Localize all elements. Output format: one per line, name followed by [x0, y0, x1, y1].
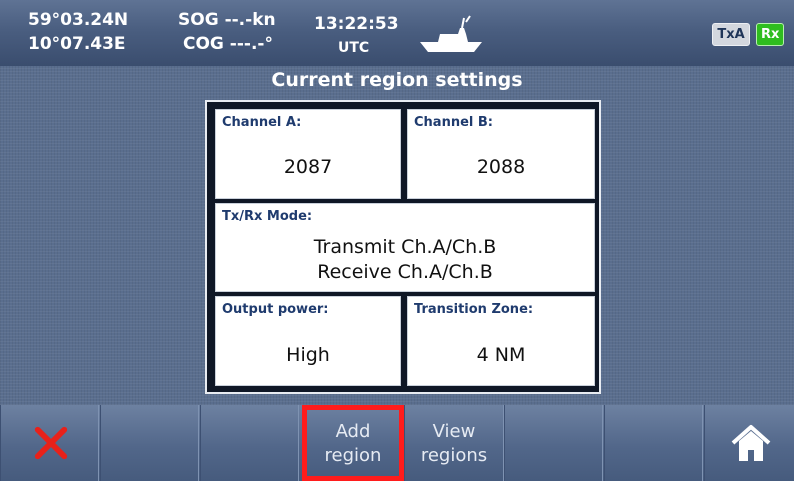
view-regions-line2: regions — [420, 445, 488, 466]
output-power-label: Output power: — [222, 302, 329, 317]
status-bar: 59°03.24N 10°07.43E SOG --.-kn COG ---.-… — [0, 0, 794, 66]
transition-zone-value: 4 NM — [476, 344, 526, 366]
channel-b-cell: Channel B: 2088 — [407, 109, 595, 199]
add-region-highlight — [302, 405, 404, 481]
channel-b-label: Channel B: — [414, 115, 493, 130]
latitude: 59°03.24N — [28, 10, 129, 30]
channel-a-label: Channel A: — [222, 115, 302, 130]
channel-b-value: 2088 — [476, 156, 526, 178]
txrx-mode-cell: Tx/Rx Mode: Transmit Ch.A/Ch.B Receive C… — [215, 203, 595, 292]
txa-badge: TxA — [712, 23, 750, 46]
view-regions-label: View regions — [405, 420, 503, 468]
utc-time: 13:22:53 — [314, 14, 399, 34]
close-icon — [34, 426, 68, 460]
softkey-3[interactable] — [200, 405, 299, 481]
page-title: Current region settings — [271, 69, 523, 91]
view-regions-line1: View — [432, 421, 476, 442]
output-power-cell: Output power: High — [215, 296, 401, 386]
region-settings-panel: Current region settings Channel A: 2087 … — [0, 66, 794, 405]
channel-a-cell: Channel A: 2087 — [215, 109, 401, 199]
softkey-2[interactable] — [100, 405, 199, 481]
txrx-mode-transmit: Transmit Ch.A/Ch.B — [313, 236, 497, 258]
cancel-button[interactable] — [0, 405, 99, 481]
transition-zone-label: Transition Zone: — [414, 302, 534, 317]
rx-badge: Rx — [756, 23, 784, 46]
timezone: UTC — [338, 40, 370, 56]
channel-a-value: 2087 — [283, 156, 333, 178]
softkey-6[interactable] — [504, 405, 603, 481]
cog: COG ---.-° — [183, 34, 273, 54]
view-regions-button[interactable]: View regions — [404, 405, 504, 481]
output-power-value: High — [286, 344, 330, 366]
txrx-mode-label: Tx/Rx Mode: — [222, 209, 313, 224]
ship-icon — [420, 15, 482, 52]
sog: SOG --.-kn — [178, 10, 276, 30]
home-icon — [731, 425, 771, 461]
home-button[interactable] — [704, 405, 794, 481]
transition-zone-cell: Transition Zone: 4 NM — [407, 296, 595, 386]
txrx-mode-receive: Receive Ch.A/Ch.B — [317, 261, 493, 283]
region-settings-card: Channel A: 2087 Channel B: 2088 Tx/Rx Mo… — [205, 100, 601, 394]
longitude: 10°07.43E — [28, 34, 126, 54]
softkey-7[interactable] — [604, 405, 703, 481]
